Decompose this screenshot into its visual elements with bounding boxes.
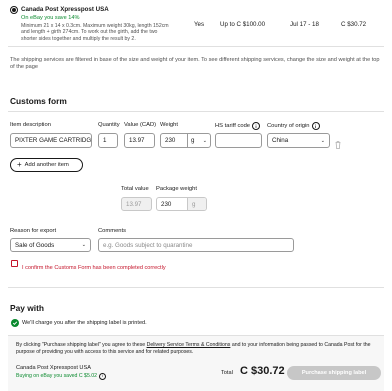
confirm-customs-label: I confirm the Customs Form has been comp… [22,265,166,271]
reason-for-export-select[interactable]: Sale of Goods ⌄ [10,238,91,252]
quantity-input[interactable]: 1 [98,133,118,148]
trash-icon[interactable] [335,136,341,149]
reason-for-export-label: Reason for export [10,228,57,234]
reason-value: Sale of Goods [15,241,55,249]
add-another-item-label: Add another item [24,162,69,168]
country-select[interactable]: China ⌄ [267,133,330,148]
divider [8,287,384,288]
shipping-option-name: Canada Post Xpresspost USA [21,6,109,13]
item-description-input[interactable]: PIXTER GAME CARTRIDGE [10,133,92,148]
quantity-label: Quantity [98,122,120,128]
chevron-down-icon: ⌄ [202,137,207,144]
country-label: Country of origin i [267,122,320,130]
add-another-item-button[interactable]: + Add another item [10,158,83,172]
confirm-customs-checkbox[interactable] [11,260,18,267]
plus-icon: + [17,160,22,169]
hs-code-input[interactable] [215,133,262,148]
total-value-label: Total value [121,186,149,192]
package-weight-unit: g [187,198,206,210]
terms-link[interactable]: Delivery Service Terms & Conditions [147,342,231,348]
weight-label: Weight [160,122,178,128]
hs-code-label: HS tariff code i [215,122,261,130]
total-value-field: 13.97 [121,197,152,211]
divider [8,111,384,112]
shipping-option-radio[interactable] [10,6,18,14]
chevron-down-icon: ⌄ [320,137,325,144]
weight-input[interactable]: 230 g ⌄ [160,133,211,148]
package-weight-value: 230 [161,200,172,208]
checkout-footer: By clicking "Purchase shipping label" yo… [8,335,384,391]
footer-savings-text: Buying on eBay you saved C $5.02 [16,373,98,380]
weight-unit: g [191,137,195,144]
comments-input[interactable]: e.g. Goods subject to quarantine [98,238,294,252]
value-input[interactable]: 13.97 [124,133,155,148]
item-description-label: Item description [10,122,51,128]
country-label-text: Country of origin [267,123,310,129]
package-weight-label: Package weight [156,186,197,192]
info-icon[interactable]: i [311,122,320,130]
footer-savings: Buying on eBay you saved C $5.02 i [16,373,107,380]
shipping-option-tracking: Yes [194,21,205,28]
weight-unit-select[interactable]: g ⌄ [187,134,210,147]
weight-value: 230 [165,137,176,144]
info-icon[interactable]: i [99,373,107,380]
chevron-down-icon: ⌄ [81,242,86,248]
total-label: Total [221,370,233,376]
purchase-shipping-label-button[interactable]: Purchase shipping label [287,366,381,380]
pay-with-heading: Pay with [10,303,44,313]
shipping-option-description: Minimum 21 x 14 x 0.3cm. Maximum weight … [21,23,169,42]
package-weight-field: 230 g [156,197,207,211]
footer-service-name: Canada Post Xpresspost USA [16,365,91,371]
value-label: Value (CAD) [124,122,157,128]
customs-heading: Customs form [10,96,67,106]
country-value: China [272,137,289,144]
info-icon[interactable]: i [252,122,261,130]
filter-note: The shipping services are filtered in ba… [10,57,380,71]
check-circle-icon [11,319,19,327]
shipping-option-savings: On eBay you save 14% [21,15,80,21]
comments-placeholder: e.g. Goods subject to quarantine [103,241,193,249]
comments-label: Comments [98,228,127,234]
total-amount: C $30.72 [240,365,285,377]
divider [8,46,384,47]
shipping-option-delivery: Jul 17 - 18 [290,21,319,28]
agreement-prefix: By clicking "Purchase shipping label" yo… [16,342,147,348]
hs-code-label-text: HS tariff code [215,123,251,129]
charge-note: We'll charge you after the shipping labe… [22,320,147,326]
shipping-option-price: C $30.72 [341,21,367,28]
shipping-option-coverage: Up to C $100.00 [220,21,266,28]
agreement-text: By clicking "Purchase shipping label" yo… [16,342,376,356]
radio-dot [12,8,16,12]
